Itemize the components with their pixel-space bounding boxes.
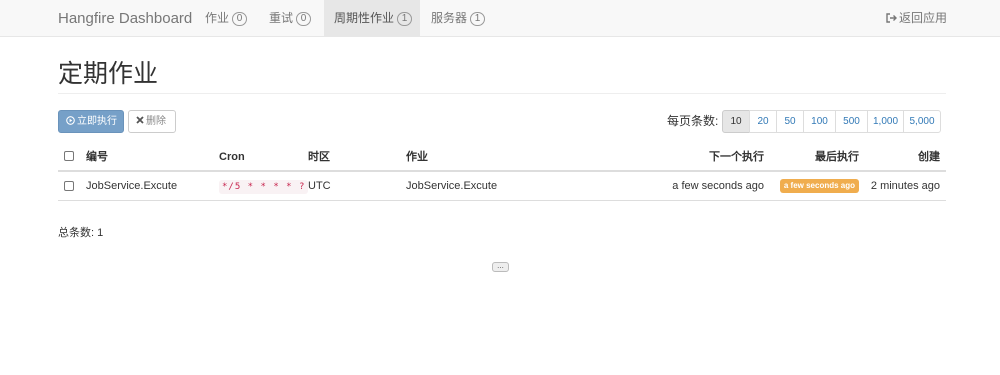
page-size-option[interactable]: 50 (776, 110, 804, 133)
nav-item-label: 重试 (269, 11, 294, 25)
brand-link[interactable]: Hangfire Dashboard (58, 0, 192, 37)
top-navbar: Hangfire Dashboard 作业 0 重试 0 周期性作业 1 服务器 1 返… (0, 0, 1000, 37)
job-id-cell: JobService.Excute (86, 180, 178, 192)
count-badge: 0 (296, 12, 312, 26)
page-size-option[interactable]: 1,000 (867, 110, 904, 133)
last-execution-cell: a few seconds ago (779, 172, 859, 200)
delete-label: 删除 (146, 116, 166, 127)
ellipsis-toggle[interactable]: ... (492, 262, 509, 272)
play-circle-icon (66, 111, 75, 132)
count-badge: 1 (397, 12, 413, 26)
column-header-created: 创建 (918, 151, 940, 163)
table-header-row: 编号 Cron 时区 作业 下一个执行 最后执行 创建 (58, 144, 946, 172)
timezone-cell: UTC (308, 180, 331, 192)
page-size-option[interactable]: 10 (722, 110, 750, 133)
count-badge: 1 (470, 12, 486, 26)
column-header-job: 作业 (406, 151, 428, 163)
nav-item-label: 作业 (205, 11, 230, 25)
last-execution-badge[interactable]: a few seconds ago (779, 179, 859, 193)
select-all-checkbox[interactable] (64, 151, 74, 161)
next-execution-cell: a few seconds ago (672, 180, 764, 192)
page-size-option[interactable]: 500 (835, 110, 868, 133)
page-size-option[interactable]: 100 (803, 110, 836, 133)
page-size-option[interactable]: 20 (749, 110, 777, 133)
cron-expression: */5 * * * * ? (219, 180, 309, 194)
x-icon (136, 111, 144, 132)
back-to-app-link[interactable]: 返回应用 (886, 0, 947, 37)
row-checkbox[interactable] (64, 181, 74, 191)
delete-button[interactable]: 删除 (128, 110, 176, 133)
per-page-label: 每页条数: (667, 114, 719, 128)
sign-out-icon (886, 1, 897, 23)
nav-item-servers[interactable]: 服务器 1 (421, 0, 495, 37)
trigger-now-button[interactable]: 立即执行 (58, 110, 124, 133)
column-header-timezone: 时区 (308, 151, 330, 163)
column-header-cron: Cron (219, 151, 245, 163)
column-header-next-execution: 下一个执行 (709, 151, 764, 163)
nav-item-label: 周期性作业 (334, 11, 395, 25)
column-header-last-execution: 最后执行 (815, 151, 859, 163)
per-page-pager: 10 20 50 100 500 1,000 5,000 (722, 110, 941, 133)
nav-item-retries[interactable]: 重试 0 (259, 0, 321, 37)
total-count: 总条数: 1 (58, 227, 104, 239)
nav-item-label: 服务器 (431, 11, 468, 25)
back-to-app-label: 返回应用 (898, 11, 947, 25)
page-size-option[interactable]: 5,000 (903, 110, 941, 133)
nav-item-recurring-jobs[interactable]: 周期性作业 1 (324, 0, 420, 37)
nav-item-jobs[interactable]: 作业 0 (195, 0, 257, 37)
count-badge: 0 (232, 12, 248, 26)
job-name-cell: JobService.Excute (406, 180, 498, 192)
page-title: 定期作业 (58, 60, 159, 88)
table-row: JobService.Excute */5 * * * * ? UTC JobS… (58, 172, 946, 201)
title-divider (58, 93, 946, 94)
column-header-id: 编号 (86, 151, 108, 163)
created-cell: 2 minutes ago (870, 180, 940, 192)
cron-cell: */5 * * * * ? (219, 172, 309, 200)
trigger-now-label: 立即执行 (77, 116, 117, 127)
